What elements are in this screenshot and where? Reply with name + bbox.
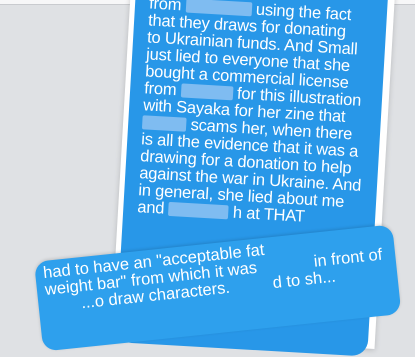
redaction-mark [141,115,187,132]
screenshot-scene: from using the fact that they draws for … [0,0,415,357]
message-text-main: from using the fact that they draws for … [137,0,381,229]
redaction-mark [180,83,234,101]
message-text-overlap: had to have an "acceptable fat weight ba… [42,229,395,316]
redaction-mark [168,201,229,220]
